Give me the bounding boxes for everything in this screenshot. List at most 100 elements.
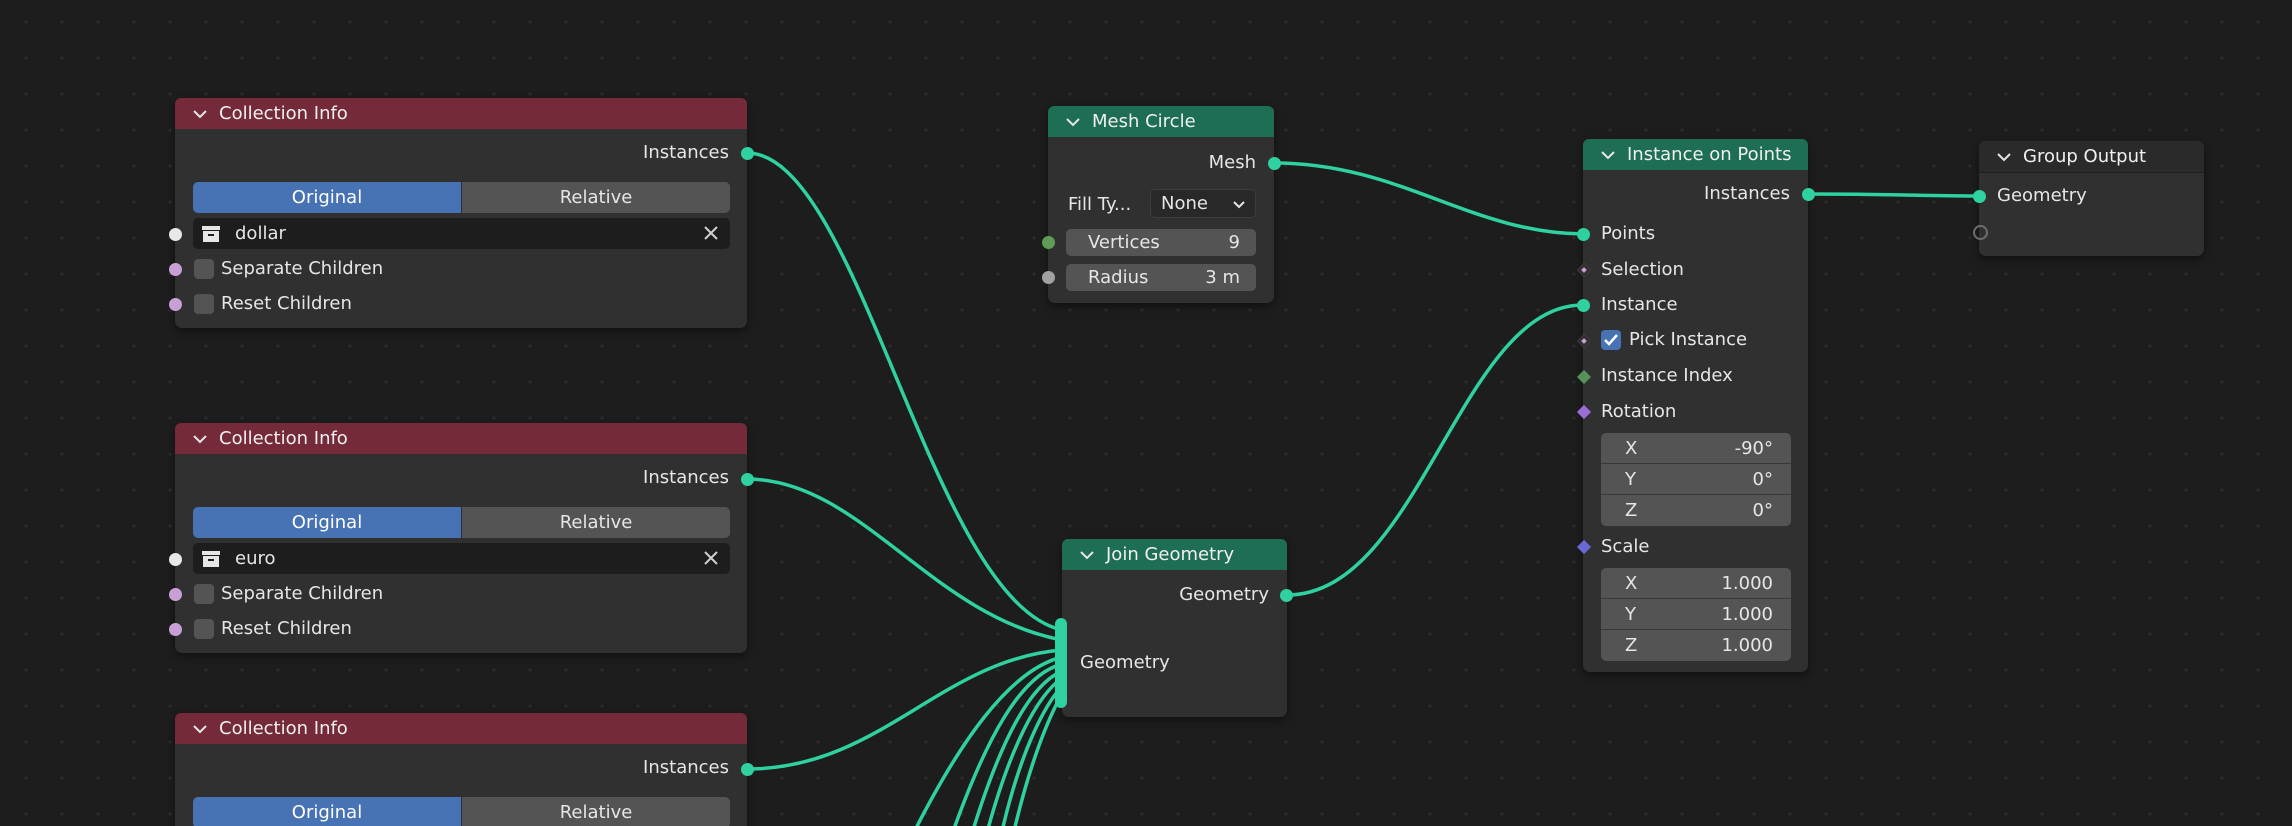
- fill-type-dropdown[interactable]: None: [1150, 189, 1256, 218]
- geometry-input-label: Geometry: [1997, 185, 2087, 206]
- rotation-vector-field[interactable]: X -90° Y 0° Z 0°: [1601, 433, 1791, 526]
- group-output-node[interactable]: Group Output Geometry: [1979, 141, 2204, 256]
- axis-value: -90°: [1734, 437, 1773, 459]
- radius-input-socket[interactable]: [1042, 271, 1055, 284]
- join-geometry-node[interactable]: Join Geometry Geometry Geometry: [1062, 539, 1287, 717]
- mesh-output-socket[interactable]: [1268, 157, 1281, 170]
- collection-field[interactable]: euro: [193, 543, 730, 574]
- node-header[interactable]: Instance on Points: [1583, 139, 1808, 170]
- instances-output-socket[interactable]: [741, 473, 754, 486]
- original-option[interactable]: Original: [193, 797, 461, 826]
- collapse-chevron-icon[interactable]: [1064, 113, 1082, 131]
- node-header[interactable]: Join Geometry: [1062, 539, 1287, 570]
- axis-label: Z: [1625, 500, 1638, 521]
- instances-output-socket[interactable]: [741, 763, 754, 776]
- collapse-chevron-icon[interactable]: [1599, 146, 1617, 164]
- instance-on-points-node[interactable]: Instance on Points Instances Points Sele…: [1583, 139, 1808, 672]
- collection-info-node-1[interactable]: Collection Info Instances Original Relat…: [175, 98, 747, 328]
- checkmark-icon: [1604, 334, 1618, 346]
- rotation-z-field[interactable]: Z 0°: [1601, 495, 1791, 526]
- axis-value: 0°: [1752, 468, 1773, 490]
- radius-field[interactable]: Radius 3 m: [1066, 264, 1256, 291]
- link-coll3-to-join: [746, 648, 1063, 771]
- instances-output-label: Instances: [1704, 183, 1790, 204]
- separate-children-checkbox[interactable]: [194, 584, 214, 604]
- link-offscreen-2: [953, 662, 1063, 826]
- axis-label: Y: [1625, 603, 1636, 625]
- reset-children-socket[interactable]: [169, 623, 182, 636]
- empty-input-socket[interactable]: [1973, 225, 1988, 240]
- node-header[interactable]: Mesh Circle: [1048, 106, 1274, 137]
- rotation-x-field[interactable]: X -90°: [1601, 433, 1791, 464]
- transform-space-toggle[interactable]: Original Relative: [193, 507, 730, 538]
- node-header[interactable]: Collection Info: [175, 713, 747, 744]
- vertices-field[interactable]: Vertices 9: [1066, 229, 1256, 256]
- radius-label: Radius: [1088, 267, 1149, 288]
- reset-children-checkbox[interactable]: [194, 294, 214, 314]
- geometry-output-label: Geometry: [1179, 584, 1269, 605]
- pick-instance-checkbox[interactable]: [1601, 330, 1621, 350]
- collection-input-socket[interactable]: [169, 228, 182, 241]
- relative-option[interactable]: Relative: [461, 797, 730, 826]
- node-title: Instance on Points: [1627, 144, 1792, 165]
- instances-output-socket[interactable]: [1802, 188, 1815, 201]
- node-header[interactable]: Collection Info: [175, 98, 747, 129]
- rotation-y-field[interactable]: Y 0°: [1601, 464, 1791, 495]
- transform-space-toggle[interactable]: Original Relative: [193, 797, 730, 826]
- points-label: Points: [1601, 223, 1656, 244]
- collapse-chevron-icon[interactable]: [191, 105, 209, 123]
- collection-info-node-3[interactable]: Collection Info Instances Original Relat…: [175, 713, 747, 826]
- node-title: Collection Info: [219, 718, 348, 739]
- collapse-chevron-icon[interactable]: [1995, 148, 2013, 166]
- separate-children-socket[interactable]: [169, 263, 182, 276]
- geometry-multi-input-socket[interactable]: [1055, 618, 1067, 708]
- link-join-to-instance: [1286, 303, 1584, 597]
- link-offscreen-4: [987, 676, 1064, 826]
- original-option[interactable]: Original: [193, 507, 461, 538]
- link-instances-to-output: [1807, 192, 1980, 198]
- separate-children-checkbox[interactable]: [194, 259, 214, 279]
- collection-field[interactable]: dollar: [193, 218, 730, 249]
- fill-type-label: Fill Ty...: [1068, 194, 1132, 215]
- node-title: Collection Info: [219, 428, 348, 449]
- reset-children-checkbox[interactable]: [194, 619, 214, 639]
- mesh-circle-node[interactable]: Mesh Circle Mesh Fill Ty... None Vertice…: [1048, 106, 1274, 303]
- radius-value: 3 m: [1205, 267, 1240, 288]
- scale-z-field[interactable]: Z 1.000: [1601, 630, 1791, 661]
- reset-children-label: Reset Children: [221, 618, 352, 639]
- scale-vector-field[interactable]: X 1.000 Y 1.000 Z 1.000: [1601, 568, 1791, 661]
- points-input-socket[interactable]: [1577, 228, 1590, 241]
- transform-space-toggle[interactable]: Original Relative: [193, 182, 730, 213]
- axis-value: 0°: [1752, 500, 1773, 521]
- rotation-label: Rotation: [1601, 401, 1677, 422]
- instances-output-socket[interactable]: [741, 147, 754, 160]
- collapse-chevron-icon[interactable]: [191, 430, 209, 448]
- clear-icon[interactable]: [702, 224, 720, 242]
- node-header[interactable]: Group Output: [1979, 141, 2204, 173]
- relative-option[interactable]: Relative: [461, 507, 730, 538]
- collection-input-socket[interactable]: [169, 553, 182, 566]
- collection-info-node-2[interactable]: Collection Info Instances Original Relat…: [175, 423, 747, 653]
- link-offscreen-1: [915, 655, 1063, 826]
- node-header[interactable]: Collection Info: [175, 423, 747, 454]
- clear-icon[interactable]: [702, 549, 720, 567]
- node-title: Join Geometry: [1106, 544, 1235, 565]
- geometry-output-socket[interactable]: [1280, 589, 1293, 602]
- relative-option[interactable]: Relative: [461, 182, 730, 213]
- vertices-label: Vertices: [1088, 232, 1160, 253]
- geometry-input-socket[interactable]: [1973, 190, 1986, 203]
- reset-children-socket[interactable]: [169, 298, 182, 311]
- original-option[interactable]: Original: [193, 182, 461, 213]
- collapse-chevron-icon[interactable]: [191, 720, 209, 738]
- separate-children-socket[interactable]: [169, 588, 182, 601]
- instance-input-socket[interactable]: [1577, 299, 1590, 312]
- node-editor-canvas[interactable]: Collection Info Instances Original Relat…: [0, 0, 2292, 826]
- vertices-input-socket[interactable]: [1042, 236, 1055, 249]
- scale-x-field[interactable]: X 1.000: [1601, 568, 1791, 599]
- collapse-chevron-icon[interactable]: [1078, 546, 1096, 564]
- instances-output-label: Instances: [643, 757, 729, 778]
- link-offscreen-5: [1001, 684, 1064, 826]
- link-offscreen-6: [1013, 693, 1064, 826]
- scale-label: Scale: [1601, 536, 1650, 557]
- scale-y-field[interactable]: Y 1.000: [1601, 599, 1791, 630]
